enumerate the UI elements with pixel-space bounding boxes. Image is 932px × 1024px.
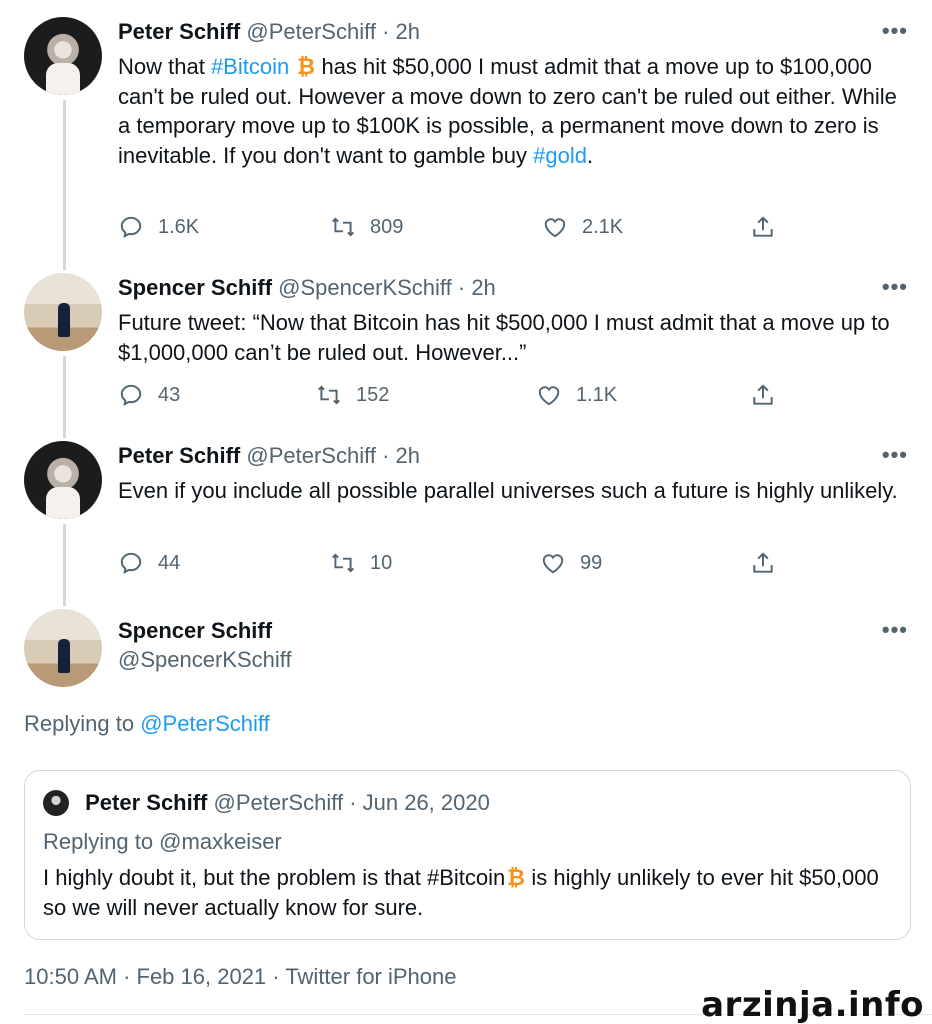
replying-to: Replying to @PeterSchiff (24, 711, 270, 737)
quoted-author-handle: @PeterSchiff (213, 790, 344, 815)
author-handle[interactable]: @SpencerKSchiff (118, 646, 908, 674)
text-segment: Now that (118, 54, 211, 79)
author-name[interactable]: Spencer Schiff (118, 275, 272, 300)
tweet-header: Peter Schiff @PeterSchiff · 2h (118, 18, 908, 46)
author-name[interactable]: Peter Schiff (118, 443, 240, 468)
thread-line (63, 524, 66, 606)
tweet-text: Future tweet: “Now that Bitcoin has hit … (118, 310, 890, 365)
like-icon (544, 218, 566, 238)
replying-prefix: Replying to (24, 711, 141, 736)
quoted-date: · Jun 26, 2020 (349, 790, 490, 815)
avatar[interactable] (24, 441, 102, 519)
tweet: Spencer Schiff @SpencerKSchiff · 2h ••• … (118, 274, 908, 367)
timestamp[interactable]: · 2h (382, 443, 420, 468)
thread-line (63, 356, 66, 438)
share-icon (753, 552, 773, 573)
tweet-header: Spencer Schiff @SpencerKSchiff · 2h (118, 274, 908, 302)
like-button[interactable]: 2.1K (542, 214, 623, 240)
like-count: 99 (580, 551, 603, 574)
tweet-text: Even if you include all possible paralle… (118, 478, 898, 503)
avatar[interactable] (24, 17, 102, 95)
quoted-replying-to: Replying to @maxkeiser (43, 829, 282, 854)
hashtag-link[interactable]: #Bitcoin (211, 54, 289, 79)
share-icon (753, 216, 773, 237)
retweet-count: 10 (370, 551, 393, 574)
reply-count: 44 (158, 551, 181, 574)
avatar[interactable] (24, 609, 102, 687)
author-handle[interactable]: @PeterSchiff (246, 19, 376, 44)
reply-button[interactable]: 43 (118, 382, 180, 408)
retweet-count: 152 (356, 383, 390, 406)
text-segment: . (586, 142, 594, 168)
more-icon[interactable]: ••• (882, 274, 908, 300)
tweet-timestamp-footer[interactable]: 10:50 AM · Feb 16, 2021 · Twitter for iP… (24, 964, 457, 990)
retweet-icon (332, 217, 354, 237)
like-count: 1.1K (576, 383, 618, 406)
share-button[interactable] (750, 382, 776, 408)
reply-count: 1.6K (158, 215, 200, 238)
tweet: Peter Schiff @PeterSchiff · 2h ••• Now t… (118, 18, 908, 170)
like-button[interactable]: 1.1K (536, 382, 617, 408)
timestamp[interactable]: · 2h (458, 275, 496, 300)
more-icon[interactable]: ••• (882, 18, 908, 44)
reply-icon (120, 552, 142, 575)
reply-icon (120, 384, 142, 407)
author-name[interactable]: Spencer Schiff (118, 618, 272, 643)
replying-to-link[interactable]: @PeterSchiff (140, 711, 270, 736)
tweet: Peter Schiff @PeterSchiff · 2h ••• Even … (118, 442, 908, 506)
reply-count: 43 (158, 383, 181, 406)
more-icon[interactable]: ••• (882, 442, 908, 468)
thread-line (63, 100, 66, 270)
tweet-actions: 44 10 99 (118, 550, 798, 580)
author-name-row: Spencer Schiff (118, 617, 908, 645)
tweet-actions: 1.6K 809 2.1K (118, 214, 798, 244)
reply-icon (120, 216, 142, 239)
svg-text:₿: ₿ (507, 866, 525, 888)
tweet-text: Now that #Bitcoin ₿ has hit $50,000 I mu… (118, 52, 908, 170)
retweet-count: 809 (370, 215, 404, 238)
svg-text:₿: ₿ (297, 55, 315, 77)
quoted-tweet[interactable]: Peter Schiff @PeterSchiff · Jun 26, 2020… (24, 770, 911, 940)
quoted-tweet-header: Peter Schiff @PeterSchiff · Jun 26, 2020 (43, 789, 490, 817)
like-icon (538, 386, 560, 406)
reply-button[interactable]: 44 (118, 550, 180, 576)
retweet-icon (318, 385, 340, 405)
timestamp[interactable]: · 2h (382, 19, 420, 44)
watermark: arzinja.info (701, 985, 924, 1024)
share-icon (753, 384, 773, 405)
share-button[interactable] (750, 214, 776, 240)
main-tweet-header: Spencer Schiff @SpencerKSchiff ••• (118, 617, 908, 674)
retweet-button[interactable]: 152 (316, 382, 389, 408)
more-icon[interactable]: ••• (882, 617, 908, 643)
quoted-tweet-text: I highly doubt it, but the problem is th… (43, 863, 888, 923)
like-icon (542, 554, 564, 574)
bitcoin-icon: ₿ (507, 866, 525, 888)
like-count: 2.1K (582, 215, 624, 238)
hashtag-link[interactable]: #gold (533, 143, 587, 168)
bitcoin-icon: ₿ (297, 55, 315, 77)
tweet-thread: Peter Schiff @PeterSchiff · 2h ••• Now t… (0, 0, 932, 1024)
author-handle[interactable]: @PeterSchiff (246, 443, 376, 468)
retweet-button[interactable]: 809 (330, 214, 403, 240)
avatar[interactable] (24, 273, 102, 351)
text-segment: I highly doubt it, but the problem is th… (43, 865, 506, 890)
author-handle[interactable]: @SpencerKSchiff (278, 275, 452, 300)
reply-button[interactable]: 1.6K (118, 214, 199, 240)
quoted-author-name: Peter Schiff (85, 790, 208, 815)
tweet-header: Peter Schiff @PeterSchiff · 2h (118, 442, 908, 470)
quoted-avatar (43, 790, 69, 816)
author-name[interactable]: Peter Schiff (118, 19, 240, 44)
share-button[interactable] (750, 550, 776, 576)
retweet-icon (332, 553, 354, 573)
retweet-button[interactable]: 10 (330, 550, 392, 576)
tweet-actions: 43 152 1.1K (118, 382, 798, 412)
like-button[interactable]: 99 (540, 550, 602, 576)
